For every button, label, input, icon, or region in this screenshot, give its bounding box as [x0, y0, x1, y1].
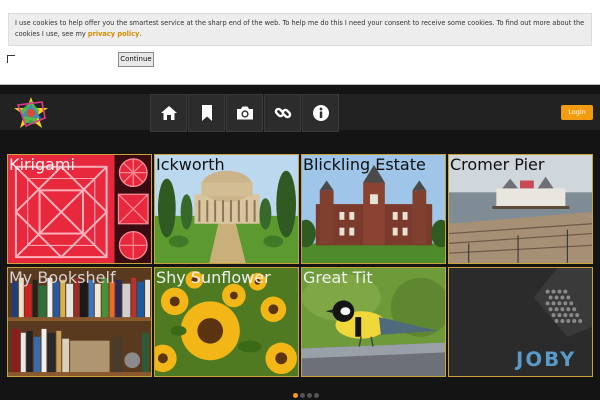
continue-button[interactable]: Continue: [118, 52, 154, 67]
privacy-policy-link[interactable]: privacy policy: [88, 30, 139, 38]
nav-camera-button[interactable]: [226, 94, 263, 132]
nav-bookmark-button[interactable]: [188, 94, 225, 132]
joby-logo-text: JOBY: [514, 348, 576, 371]
joby-image: JOBY: [449, 268, 592, 376]
pagination-dot[interactable]: [293, 393, 298, 398]
tile-shy-sunflower[interactable]: Shy Sunflower: [154, 267, 299, 377]
tile-joby[interactable]: JOBY: [448, 267, 593, 377]
tile-great-tit[interactable]: Great Tit: [301, 267, 446, 377]
cookie-message-suffix: .: [139, 30, 142, 38]
tile-label: Kirigami: [9, 155, 75, 174]
camera-icon: [236, 106, 253, 120]
tile-ickworth[interactable]: Ickworth: [154, 154, 299, 264]
main-nav: [150, 94, 339, 132]
tile-label: Blickling Estate: [303, 155, 426, 174]
info-icon: [312, 105, 329, 121]
gallery-grid: Kirigami Ickworth Blickling Estate Crome…: [7, 154, 593, 378]
tile-cromer-pier[interactable]: Cromer Pier: [448, 154, 593, 264]
tile-label: Ickworth: [156, 155, 225, 174]
bookmark-icon: [201, 105, 212, 121]
cookie-consent-checkbox[interactable]: [7, 55, 15, 63]
cookie-banner: I use cookies to help offer you the smar…: [0, 0, 600, 85]
nav-home-button[interactable]: [150, 94, 187, 132]
tile-blickling-estate[interactable]: Blickling Estate: [301, 154, 446, 264]
tile-label: Great Tit: [303, 268, 373, 287]
cookie-message: I use cookies to help offer you the smar…: [8, 13, 592, 46]
pagination-dots: [293, 393, 319, 398]
site-logo[interactable]: [12, 96, 50, 129]
link-icon: [274, 107, 291, 119]
tile-label: My Bookshelf: [9, 268, 116, 287]
tile-kirigami[interactable]: Kirigami: [7, 154, 152, 264]
star-logo-icon: [14, 97, 48, 128]
nav-info-button[interactable]: [302, 94, 339, 132]
tile-label: Shy Sunflower: [156, 268, 271, 287]
pagination-dot[interactable]: [307, 393, 312, 398]
pagination-dot[interactable]: [300, 393, 305, 398]
nav-link-button[interactable]: [264, 94, 301, 132]
tile-label: Cromer Pier: [450, 155, 545, 174]
home-icon: [160, 106, 177, 120]
login-button[interactable]: Login: [561, 105, 593, 120]
pagination-dot[interactable]: [314, 393, 319, 398]
tile-my-bookshelf[interactable]: My Bookshelf: [7, 267, 152, 377]
